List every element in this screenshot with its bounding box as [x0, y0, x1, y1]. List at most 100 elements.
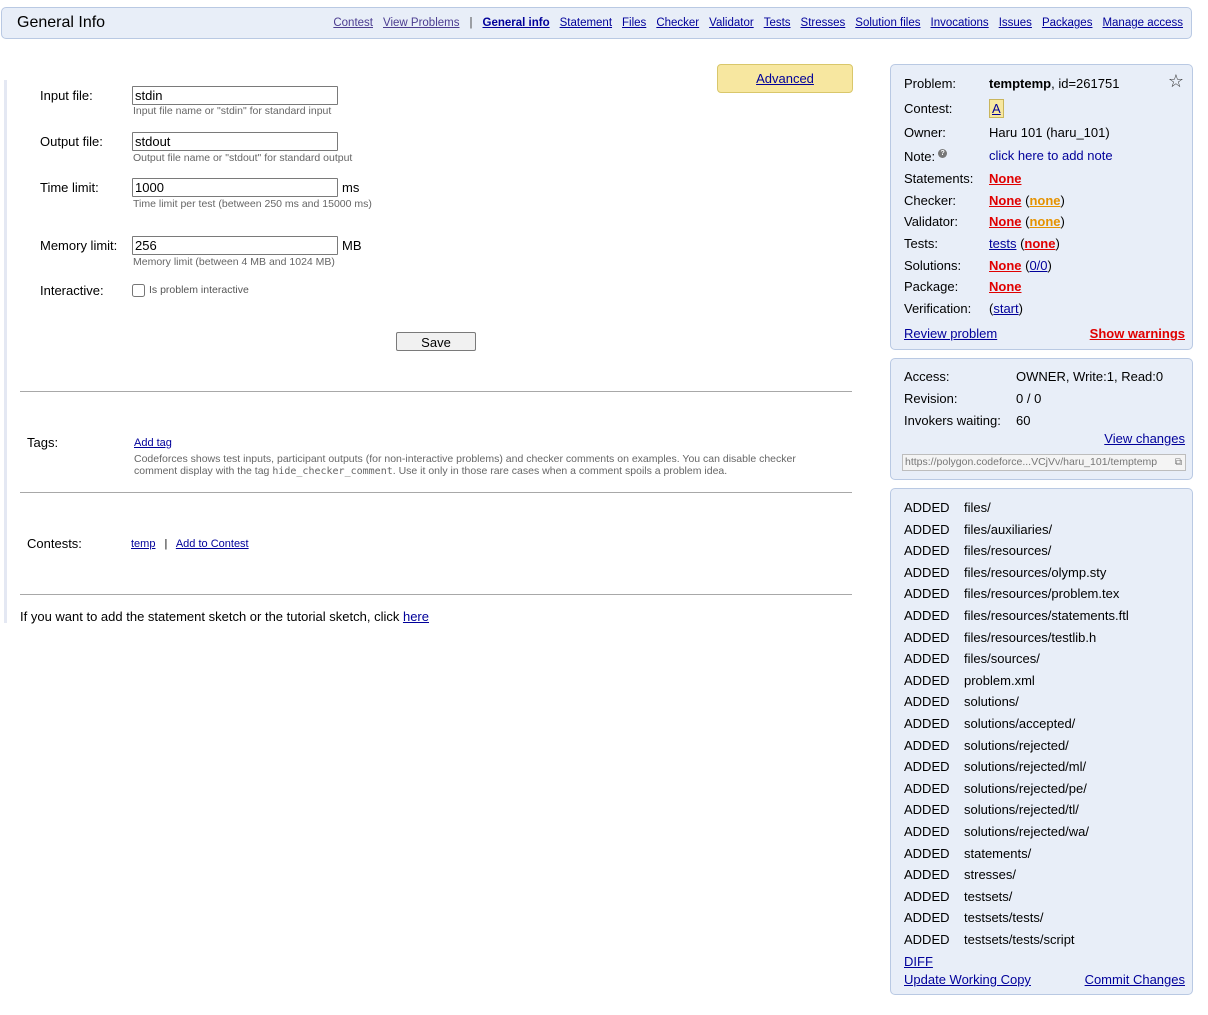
- nav-checker[interactable]: Checker: [656, 17, 699, 29]
- change-path: files/resources/olymp.sty: [964, 565, 1107, 580]
- nav-separator: |: [469, 17, 473, 29]
- change-row: ADDED files/resources/: [904, 543, 1051, 558]
- view-changes-link[interactable]: View changes: [1104, 431, 1185, 446]
- change-path: problem.xml: [964, 673, 1035, 688]
- commit-changes-link[interactable]: Commit Changes: [1085, 972, 1185, 987]
- change-path: testsets/tests/: [964, 910, 1044, 925]
- add-tag-link[interactable]: Add tag: [134, 437, 172, 449]
- checker-label: Checker:: [904, 193, 957, 208]
- diff-link[interactable]: DIFF: [904, 954, 933, 969]
- change-action: ADDED: [904, 824, 950, 839]
- change-path: testsets/tests/script: [964, 932, 1075, 947]
- problem-name: temptemp: [989, 76, 1052, 91]
- access-label: Access:: [904, 369, 950, 384]
- input-file-hint: Input file name or "stdin" for standard …: [133, 105, 332, 117]
- copy-icon[interactable]: ⧉: [1174, 455, 1182, 470]
- advanced-button-label: Advanced: [756, 71, 814, 86]
- nav-packages[interactable]: Packages: [1042, 17, 1093, 29]
- advanced-button[interactable]: Advanced: [717, 64, 853, 93]
- nav-tests[interactable]: Tests: [764, 17, 791, 29]
- nav-contest[interactable]: Contest: [333, 17, 373, 29]
- problem-url-field[interactable]: https://polygon.codeforce...VCjVv/haru_1…: [902, 454, 1186, 471]
- change-action: ADDED: [904, 608, 950, 623]
- solutions-count-link[interactable]: 0/0: [1029, 258, 1047, 273]
- tests-link[interactable]: tests: [989, 236, 1016, 251]
- nav-general-info[interactable]: General info: [483, 17, 550, 29]
- time-limit-field[interactable]: [132, 178, 338, 197]
- change-row: ADDED solutions/rejected/pe/: [904, 781, 1087, 796]
- nav-files[interactable]: Files: [622, 17, 646, 29]
- input-file-field[interactable]: [132, 86, 338, 105]
- change-action: ADDED: [904, 630, 950, 645]
- contest-value-badge[interactable]: A: [989, 99, 1004, 118]
- change-action: ADDED: [904, 651, 950, 666]
- left-accent-bar: [4, 80, 7, 623]
- contests-links: temp | Add to Contest: [131, 538, 249, 550]
- memory-limit-unit: MB: [342, 238, 362, 253]
- change-path: files/resources/: [964, 543, 1052, 558]
- change-action: ADDED: [904, 543, 950, 558]
- nav-issues[interactable]: Issues: [999, 17, 1032, 29]
- change-action: ADDED: [904, 846, 950, 861]
- nav-statement[interactable]: Statement: [560, 17, 612, 29]
- divider: [20, 492, 852, 493]
- show-warnings-link[interactable]: Show warnings: [1090, 326, 1185, 341]
- invokers-value: 60: [1016, 413, 1031, 428]
- change-path: files/: [964, 500, 991, 515]
- nav-solution-files[interactable]: Solution files: [855, 17, 920, 29]
- contests-separator: |: [164, 538, 168, 550]
- checker-paren-link[interactable]: none: [1029, 193, 1060, 208]
- change-action: ADDED: [904, 694, 950, 709]
- change-row: ADDED statements/: [904, 846, 1031, 861]
- validator-paren-link[interactable]: none: [1029, 214, 1060, 229]
- nav-stresses[interactable]: Stresses: [801, 17, 846, 29]
- add-note-link[interactable]: click here to add note: [989, 148, 1113, 163]
- interactive-checkbox[interactable]: [132, 284, 145, 297]
- save-button[interactable]: Save: [396, 332, 476, 351]
- owner-label: Owner:: [904, 125, 946, 140]
- page-title: General Info: [17, 14, 106, 31]
- nav-view-problems[interactable]: View Problems: [383, 17, 460, 29]
- nav-validator[interactable]: Validator: [709, 17, 754, 29]
- top-navigation: Contest View Problems | General info Sta…: [323, 17, 1183, 29]
- contest-label: Contest:: [904, 101, 953, 116]
- review-problem-link[interactable]: Review problem: [904, 326, 997, 341]
- verification-start-link[interactable]: start: [993, 301, 1018, 316]
- validator-none-link[interactable]: None: [989, 214, 1022, 229]
- input-file-label: Input file:: [40, 88, 93, 103]
- add-to-contest-link[interactable]: Add to Contest: [176, 538, 249, 550]
- checker-none-link[interactable]: None: [989, 193, 1022, 208]
- sketch-here-link[interactable]: here: [403, 609, 429, 624]
- change-action: ADDED: [904, 522, 950, 537]
- statements-label: Statements:: [904, 171, 974, 186]
- memory-limit-field[interactable]: [132, 236, 338, 255]
- nav-manage-access[interactable]: Manage access: [1102, 17, 1183, 29]
- verification-label: Verification:: [904, 301, 972, 316]
- change-path: stresses/: [964, 867, 1017, 882]
- change-path: solutions/accepted/: [964, 716, 1076, 731]
- update-working-copy-link[interactable]: Update Working Copy: [904, 972, 1031, 987]
- output-file-field[interactable]: [132, 132, 338, 151]
- tests-none-link[interactable]: none: [1024, 236, 1055, 251]
- problem-id: , id=261751: [1051, 76, 1120, 91]
- change-path: files/sources/: [964, 651, 1040, 666]
- change-path: files/resources/statements.ftl: [964, 608, 1129, 623]
- sketch-text: If you want to add the statement sketch …: [20, 609, 403, 624]
- help-icon[interactable]: ?: [938, 149, 948, 158]
- change-path: solutions/rejected/ml/: [964, 759, 1087, 774]
- tests-value: tests (none): [989, 236, 1060, 251]
- tags-description: Codeforces shows test inputs, participan…: [134, 453, 834, 478]
- statements-none-link[interactable]: None: [989, 171, 1022, 186]
- problem-value: temptemp, id=261751: [989, 76, 1119, 91]
- change-action: ADDED: [904, 738, 950, 753]
- note-label-row: Note:?: [904, 149, 948, 164]
- package-none-link[interactable]: None: [989, 279, 1022, 294]
- change-path: files/resources/testlib.h: [964, 630, 1097, 645]
- change-path: solutions/rejected/: [964, 738, 1069, 753]
- nav-invocations[interactable]: Invocations: [931, 17, 989, 29]
- solutions-none-link[interactable]: None: [989, 258, 1022, 273]
- contest-temp-link[interactable]: temp: [131, 538, 155, 550]
- star-icon[interactable]: ☆: [1168, 71, 1184, 92]
- change-action: ADDED: [904, 565, 950, 580]
- change-row: ADDED files/resources/problem.tex: [904, 586, 1119, 601]
